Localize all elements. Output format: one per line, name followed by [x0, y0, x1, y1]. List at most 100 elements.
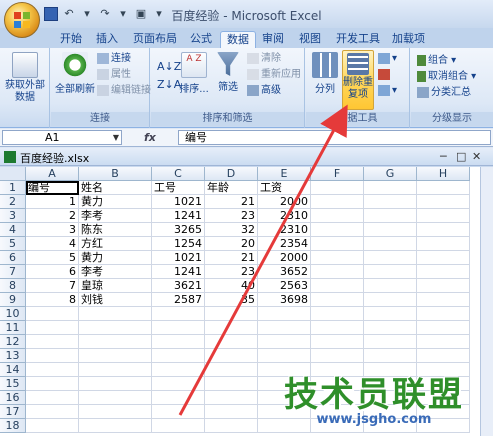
- cell-h5[interactable]: [417, 237, 470, 251]
- cell-c10[interactable]: [152, 307, 205, 321]
- cell-f5[interactable]: [311, 237, 364, 251]
- connections-button[interactable]: 连接: [97, 52, 131, 66]
- cell-g10[interactable]: [364, 307, 417, 321]
- cell-a13[interactable]: [26, 349, 79, 363]
- cell-e5[interactable]: 2354: [258, 237, 311, 251]
- remove-duplicates-button[interactable]: 删除重复项: [342, 50, 374, 110]
- row-header-17[interactable]: 17: [0, 405, 26, 419]
- edit-links-button[interactable]: 编辑链接: [97, 84, 151, 98]
- cell-a2[interactable]: 1: [26, 195, 79, 209]
- cell-b7[interactable]: 李考: [79, 265, 152, 279]
- cell-d16[interactable]: [205, 391, 258, 405]
- cell-a12[interactable]: [26, 335, 79, 349]
- row-header-3[interactable]: 3: [0, 209, 26, 223]
- cell-d11[interactable]: [205, 321, 258, 335]
- row-header-4[interactable]: 4: [0, 223, 26, 237]
- column-header-f[interactable]: F: [311, 167, 364, 181]
- cell-d8[interactable]: 40: [205, 279, 258, 293]
- cell-h2[interactable]: [417, 195, 470, 209]
- cell-b5[interactable]: 方红: [79, 237, 152, 251]
- cell-e1[interactable]: 工资: [258, 181, 311, 195]
- cell-b15[interactable]: [79, 377, 152, 391]
- cell-a7[interactable]: 6: [26, 265, 79, 279]
- cell-f4[interactable]: [311, 223, 364, 237]
- cell-d18[interactable]: [205, 419, 258, 433]
- cell-d15[interactable]: [205, 377, 258, 391]
- cell-e13[interactable]: [258, 349, 311, 363]
- cell-g13[interactable]: [364, 349, 417, 363]
- tab-review[interactable]: 审阅: [256, 31, 290, 48]
- cell-b10[interactable]: [79, 307, 152, 321]
- cell-d10[interactable]: [205, 307, 258, 321]
- column-header-e[interactable]: E: [258, 167, 311, 181]
- cell-h7[interactable]: [417, 265, 470, 279]
- cell-c12[interactable]: [152, 335, 205, 349]
- consolidate-button[interactable]: [378, 68, 392, 82]
- cell-g6[interactable]: [364, 251, 417, 265]
- row-header-8[interactable]: 8: [0, 279, 26, 293]
- sort-button[interactable]: A Z 排序...: [177, 52, 211, 95]
- tab-formulas[interactable]: 公式: [184, 31, 218, 48]
- tab-view[interactable]: 视图: [293, 31, 327, 48]
- cell-a16[interactable]: [26, 391, 79, 405]
- tab-addins[interactable]: 加载项: [386, 31, 431, 48]
- cell-d5[interactable]: 20: [205, 237, 258, 251]
- close-icon[interactable]: ✕: [472, 150, 481, 163]
- cell-f13[interactable]: [311, 349, 364, 363]
- cell-d12[interactable]: [205, 335, 258, 349]
- cell-c3[interactable]: 1241: [152, 209, 205, 223]
- cell-e2[interactable]: 2000: [258, 195, 311, 209]
- cell-b3[interactable]: 李考: [79, 209, 152, 223]
- cell-g3[interactable]: [364, 209, 417, 223]
- cell-b4[interactable]: 陈东: [79, 223, 152, 237]
- cell-e10[interactable]: [258, 307, 311, 321]
- cell-e6[interactable]: 2000: [258, 251, 311, 265]
- cell-e3[interactable]: 2310: [258, 209, 311, 223]
- row-header-1[interactable]: 1: [0, 181, 26, 195]
- cell-a6[interactable]: 5: [26, 251, 79, 265]
- cell-c7[interactable]: 1241: [152, 265, 205, 279]
- cell-h3[interactable]: [417, 209, 470, 223]
- cell-b9[interactable]: 刘钱: [79, 293, 152, 307]
- filter-button[interactable]: 筛选: [213, 52, 243, 93]
- cell-a8[interactable]: 7: [26, 279, 79, 293]
- cell-a5[interactable]: 4: [26, 237, 79, 251]
- cell-f9[interactable]: [311, 293, 364, 307]
- cell-h12[interactable]: [417, 335, 470, 349]
- row-header-14[interactable]: 14: [0, 363, 26, 377]
- cell-b13[interactable]: [79, 349, 152, 363]
- cell-c17[interactable]: [152, 405, 205, 419]
- cell-d17[interactable]: [205, 405, 258, 419]
- row-header-5[interactable]: 5: [0, 237, 26, 251]
- cell-h10[interactable]: [417, 307, 470, 321]
- cell-d1[interactable]: 年龄: [205, 181, 258, 195]
- office-button[interactable]: [4, 2, 40, 38]
- row-header-13[interactable]: 13: [0, 349, 26, 363]
- cell-b2[interactable]: 黄力: [79, 195, 152, 209]
- name-box[interactable]: A1 ▼: [2, 130, 122, 145]
- cell-h6[interactable]: [417, 251, 470, 265]
- minimize-icon[interactable]: ─: [440, 150, 447, 163]
- row-header-10[interactable]: 10: [0, 307, 26, 321]
- maximize-icon[interactable]: □: [456, 150, 466, 163]
- cell-c4[interactable]: 3265: [152, 223, 205, 237]
- subtotal-button[interactable]: 分类汇总: [417, 86, 471, 100]
- cell-a15[interactable]: [26, 377, 79, 391]
- cell-a10[interactable]: [26, 307, 79, 321]
- cell-b16[interactable]: [79, 391, 152, 405]
- row-header-15[interactable]: 15: [0, 377, 26, 391]
- column-header-b[interactable]: B: [79, 167, 152, 181]
- cell-b6[interactable]: 黄力: [79, 251, 152, 265]
- cell-a18[interactable]: [26, 419, 79, 433]
- cell-h4[interactable]: [417, 223, 470, 237]
- row-header-6[interactable]: 6: [0, 251, 26, 265]
- cell-f10[interactable]: [311, 307, 364, 321]
- cell-c18[interactable]: [152, 419, 205, 433]
- cell-a17[interactable]: [26, 405, 79, 419]
- cell-h8[interactable]: [417, 279, 470, 293]
- column-header-c[interactable]: C: [152, 167, 205, 181]
- cell-g5[interactable]: [364, 237, 417, 251]
- cell-f7[interactable]: [311, 265, 364, 279]
- cell-a1[interactable]: 编号: [26, 181, 79, 195]
- refresh-all-button[interactable]: 全部刷新: [53, 52, 97, 95]
